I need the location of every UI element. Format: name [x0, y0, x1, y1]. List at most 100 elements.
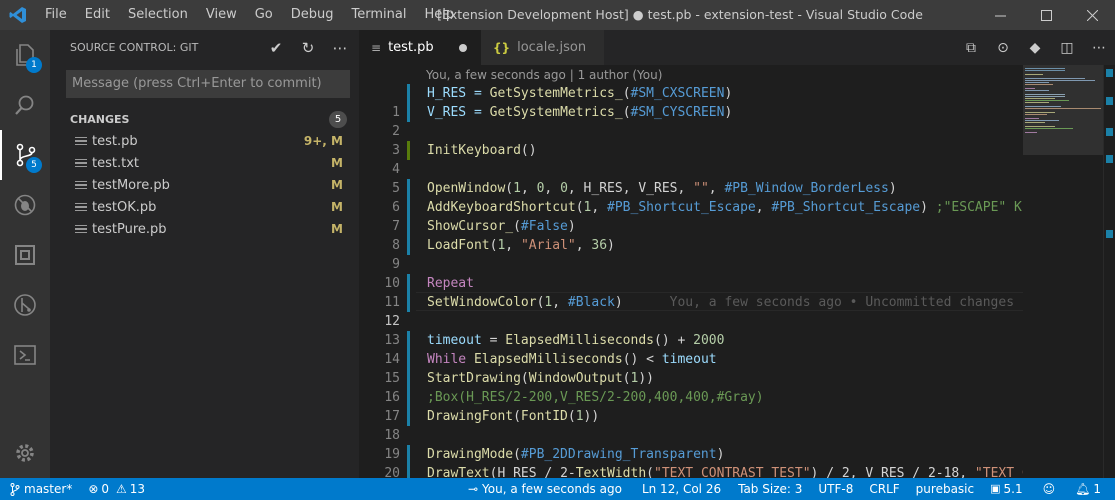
- code-editor[interactable]: You, a few seconds ago | 1 author (You) …: [359, 65, 1023, 478]
- editor-tabs: ≡ test.pb {} locale.json ⧉ ⊙ ◆ ◫ ⋯: [359, 30, 1115, 65]
- minimize-icon[interactable]: [977, 0, 1023, 30]
- code-text: ;Box(H_RES/2-200,V_RES/2-200,400,400,#Gr…: [427, 390, 764, 405]
- code-text: OpenWindow(1, 0, 0, H_RES, V_RES, "", #P…: [427, 181, 897, 196]
- terminal-icon: [14, 345, 36, 365]
- tab-label: locale.json: [517, 40, 587, 55]
- code-line: 20 DrawingMode(#PB_2DDrawing_Transparent…: [359, 445, 1023, 478]
- feedback-status[interactable]: ☺: [1031, 478, 1068, 500]
- code-line: 10: [359, 255, 1023, 291]
- maximize-icon[interactable]: [1023, 0, 1069, 30]
- open-changes-icon[interactable]: ⧉: [955, 40, 987, 56]
- search-icon: [15, 95, 34, 115]
- gitlens-icon: [14, 294, 36, 316]
- changes-group[interactable]: CHANGES 5: [50, 108, 359, 130]
- vertical-scrollbar[interactable]: [1103, 65, 1115, 478]
- menu-file[interactable]: File: [36, 0, 76, 30]
- activity-debug[interactable]: [0, 180, 50, 230]
- gutter-modified: [407, 236, 410, 255]
- code-line: 11 Repeat: [359, 274, 1023, 310]
- problems-status[interactable]: ⊗ 0 ⚠ 13: [80, 478, 153, 500]
- tab-test-pb[interactable]: ≡ test.pb: [359, 30, 481, 65]
- extension-version-text: 5.1: [1003, 482, 1023, 496]
- activity-extensions[interactable]: [0, 230, 50, 280]
- commit-message-input[interactable]: Message (press Ctrl+Enter to commit): [66, 70, 350, 98]
- code-line: 12 SetWindowColor(1, #Black) You, a few …: [359, 293, 1023, 329]
- file-lines-icon: [75, 200, 87, 214]
- menu-debug[interactable]: Debug: [282, 0, 343, 30]
- more-actions-icon[interactable]: ⋯: [1083, 40, 1115, 56]
- code-text: LoadFont(1, "Arial", 36): [427, 238, 615, 253]
- gutter-modified: [407, 388, 410, 407]
- notification-count: 1: [1093, 482, 1101, 496]
- changed-file-item[interactable]: testOK.pb M: [50, 196, 359, 218]
- code-line: 16 StartDrawing(WindowOutput(1)): [359, 369, 1023, 405]
- terminal-box-icon: ▣: [990, 482, 1001, 495]
- changed-file-item[interactable]: test.pb 9+, M: [50, 130, 359, 152]
- language-mode[interactable]: purebasic: [908, 478, 982, 500]
- gutter-modified: [407, 445, 410, 464]
- code-line: 21 DrawText(H_RES / 2-TextWidth("TEXT CO…: [359, 464, 1023, 478]
- minimap[interactable]: [1023, 65, 1103, 478]
- code-line: 4 InitKeyboard(): [359, 141, 1023, 177]
- gutter-modified: [407, 84, 410, 103]
- file-name: test.pb: [92, 133, 138, 149]
- extension-version[interactable]: ▣ 5.1: [982, 478, 1031, 500]
- title-bar: File Edit Selection View Go Debug Termin…: [0, 0, 1115, 30]
- menu-edit[interactable]: Edit: [76, 0, 119, 30]
- code-line: 18 DrawingFont(FontID(1)): [359, 407, 1023, 443]
- close-icon[interactable]: [1069, 0, 1115, 30]
- cursor-position[interactable]: Ln 12, Col 26: [630, 478, 730, 500]
- codelens-blame[interactable]: You, a few seconds ago | 1 author (You): [426, 68, 662, 82]
- code-text: DrawText(H_RES / 2-TextWidth("TEXT CONTR…: [427, 466, 1023, 478]
- changed-file-item[interactable]: testPure.pb M: [50, 218, 359, 240]
- changed-file-item[interactable]: testMore.pb M: [50, 174, 359, 196]
- branch-name: master*: [24, 482, 73, 496]
- activity-gitlens[interactable]: [0, 280, 50, 330]
- activity-manage[interactable]: [0, 428, 50, 478]
- menu-view[interactable]: View: [197, 0, 246, 30]
- code-line: 8 ShowCursor_(#False): [359, 217, 1023, 253]
- changes-count-badge: 5: [329, 111, 347, 128]
- activity-source-control[interactable]: 5: [0, 130, 50, 180]
- tab-size[interactable]: Tab Size: 3: [730, 478, 810, 500]
- gutter-modified: [407, 217, 410, 236]
- blame-status[interactable]: ⊸ You, a few seconds ago: [460, 478, 630, 500]
- changed-file-item[interactable]: test.txt M: [50, 152, 359, 174]
- file-lines-icon: [75, 222, 87, 236]
- split-editor-icon[interactable]: ◫: [1051, 40, 1083, 56]
- encoding[interactable]: UTF-8: [810, 478, 861, 500]
- file-status: M: [331, 178, 343, 192]
- tab-locale-json[interactable]: {} locale.json: [481, 30, 604, 65]
- source-control-sidebar: SOURCE CONTROL: GIT ✔ ↻ ⋯ Message (press…: [50, 30, 359, 478]
- code-text: timeout = ElapsedMilliseconds() + 2000: [427, 333, 725, 348]
- line-endings[interactable]: CRLF: [861, 478, 907, 500]
- menu-selection[interactable]: Selection: [119, 0, 197, 30]
- activity-explorer[interactable]: 1: [0, 30, 50, 80]
- git-compare-icon[interactable]: ◆: [1019, 40, 1051, 56]
- code-text: DrawingFont(FontID(1)): [427, 409, 600, 424]
- code-text: Repeat: [427, 276, 474, 291]
- notifications-status[interactable]: 🔔︎ 1: [1067, 478, 1109, 500]
- code-line: 6 OpenWindow(1, 0, 0, H_RES, V_RES, "", …: [359, 179, 1023, 215]
- error-icon: ⊗: [88, 482, 99, 496]
- more-actions-icon[interactable]: ⋯: [331, 39, 349, 57]
- gutter-added: [407, 141, 410, 160]
- menu-go[interactable]: Go: [246, 0, 282, 30]
- smiley-icon: ☺: [1042, 482, 1056, 496]
- branch-status[interactable]: master*: [0, 478, 80, 500]
- activity-terminal[interactable]: [0, 330, 50, 380]
- tab-label: test.pb: [388, 40, 434, 55]
- activity-bar: 1 5: [0, 30, 50, 478]
- changes-label: CHANGES: [70, 112, 130, 126]
- toggle-blame-icon[interactable]: ⊙: [987, 40, 1019, 56]
- status-bar: master* ⊗ 0 ⚠ 13 ⊸ You, a few seconds ag…: [0, 478, 1115, 500]
- refresh-icon[interactable]: ↻: [299, 39, 317, 57]
- commit-check-icon[interactable]: ✔: [267, 39, 285, 57]
- code-line: 19: [359, 426, 1023, 462]
- gutter-modified: [407, 293, 410, 312]
- activity-search[interactable]: [0, 80, 50, 130]
- gutter-modified: [407, 179, 410, 198]
- code-line: 1 H_RES = GetSystemMetrics_(#SM_CXSCREEN…: [359, 84, 1023, 120]
- unsaved-dot-icon[interactable]: [459, 44, 467, 52]
- code-line: 5: [359, 160, 1023, 196]
